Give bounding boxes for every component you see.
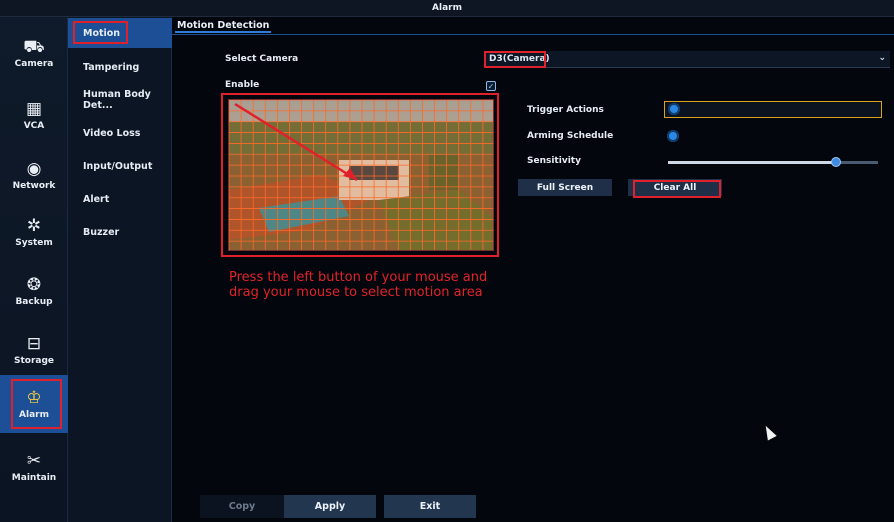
nav-label: Camera xyxy=(14,58,54,69)
camera-highlight-box xyxy=(484,51,546,68)
network-icon: ◉ xyxy=(26,158,42,179)
submenu-label: Alert xyxy=(83,193,110,205)
nav-item-camera[interactable]: ⛟ Camera xyxy=(0,25,68,81)
nav-label: Storage xyxy=(13,355,55,366)
window-title: Alarm xyxy=(432,3,462,13)
apply-button[interactable]: Apply xyxy=(284,495,376,518)
check-icon: ✓ xyxy=(487,81,495,91)
submenu-item-human-body[interactable]: Human Body Det... xyxy=(68,85,172,115)
trigger-actions-gear-icon[interactable] xyxy=(668,103,680,115)
vca-icon: ▦ xyxy=(25,98,43,119)
motion-highlight-box xyxy=(73,21,128,44)
alarm-highlight-box xyxy=(11,379,62,429)
mouse-pointer-icon xyxy=(761,423,777,441)
maintain-tools-icon: ✂ xyxy=(26,450,42,471)
chevron-down-icon: ⌄ xyxy=(878,53,886,63)
trigger-actions-field[interactable] xyxy=(664,101,882,118)
submenu-item-input-output[interactable]: Input/Output xyxy=(68,151,172,181)
storage-icon: ⊟ xyxy=(26,333,42,354)
alarm-submenu: Motion Tampering Human Body Det... Video… xyxy=(68,17,172,522)
select-camera-label: Select Camera xyxy=(225,54,299,64)
submenu-label: Tampering xyxy=(83,61,140,73)
tab-motion-detection[interactable]: Motion Detection xyxy=(175,20,272,33)
submenu-label: Human Body Det... xyxy=(83,89,151,111)
instruction-line-2: drag your mouse to select motion area xyxy=(229,285,483,300)
submenu-label: Video Loss xyxy=(83,127,141,139)
copy-button[interactable]: Copy xyxy=(200,495,284,518)
exit-button[interactable]: Exit xyxy=(384,495,476,518)
nav-label: Network xyxy=(12,180,56,191)
clear-all-highlight-box xyxy=(633,180,721,198)
apply-label: Apply xyxy=(314,501,346,512)
enable-label: Enable xyxy=(225,80,260,90)
nav-label: Backup xyxy=(15,296,53,307)
nav-label: System xyxy=(15,237,53,248)
submenu-item-video-loss[interactable]: Video Loss xyxy=(68,118,172,148)
nav-item-system[interactable]: ✲ System xyxy=(0,204,68,260)
submenu-item-tampering[interactable]: Tampering xyxy=(68,52,172,82)
backup-icon: ❂ xyxy=(26,274,42,295)
full-screen-label: Full Screen xyxy=(536,182,594,193)
system-gear-icon: ✲ xyxy=(26,215,42,236)
exit-label: Exit xyxy=(419,501,441,512)
copy-label: Copy xyxy=(228,501,256,512)
tab-bar: Motion Detection xyxy=(172,17,894,35)
enable-checkbox[interactable]: ✓ xyxy=(486,81,496,91)
trigger-actions-label: Trigger Actions xyxy=(527,105,604,115)
main-nav-sidebar: ⛟ Camera ▦ VCA ◉ Network ✲ System ❂ Back… xyxy=(0,17,68,522)
instruction-text: Press the left button of your mouse and … xyxy=(229,270,529,300)
nav-item-storage[interactable]: ⊟ Storage xyxy=(0,322,68,378)
nav-item-backup[interactable]: ❂ Backup xyxy=(0,263,68,319)
sensitivity-slider-fill xyxy=(668,161,836,164)
sensitivity-slider-knob[interactable] xyxy=(831,157,841,167)
submenu-label: Buzzer xyxy=(83,226,120,238)
preview-highlight-box xyxy=(221,93,499,257)
nav-item-maintain[interactable]: ✂ Maintain xyxy=(0,439,68,495)
sensitivity-slider[interactable] xyxy=(668,157,878,167)
nav-item-vca[interactable]: ▦ VCA xyxy=(0,87,68,143)
nav-label: VCA xyxy=(23,120,45,131)
submenu-item-buzzer[interactable]: Buzzer xyxy=(68,217,172,247)
window-title-bar: Alarm xyxy=(0,0,894,17)
nav-label: Maintain xyxy=(11,472,57,483)
camera-icon: ⛟ xyxy=(23,36,45,57)
nav-item-network[interactable]: ◉ Network xyxy=(0,147,68,203)
arming-schedule-label: Arming Schedule xyxy=(527,131,614,141)
full-screen-button[interactable]: Full Screen xyxy=(518,179,612,196)
sensitivity-label: Sensitivity xyxy=(527,156,581,166)
submenu-item-alert[interactable]: Alert xyxy=(68,184,172,214)
instruction-line-1: Press the left button of your mouse and xyxy=(229,270,488,285)
submenu-label: Input/Output xyxy=(83,160,153,172)
main-panel: Motion Detection Select Camera D3(Camera… xyxy=(172,17,894,522)
arming-schedule-gear-icon[interactable] xyxy=(667,130,679,142)
